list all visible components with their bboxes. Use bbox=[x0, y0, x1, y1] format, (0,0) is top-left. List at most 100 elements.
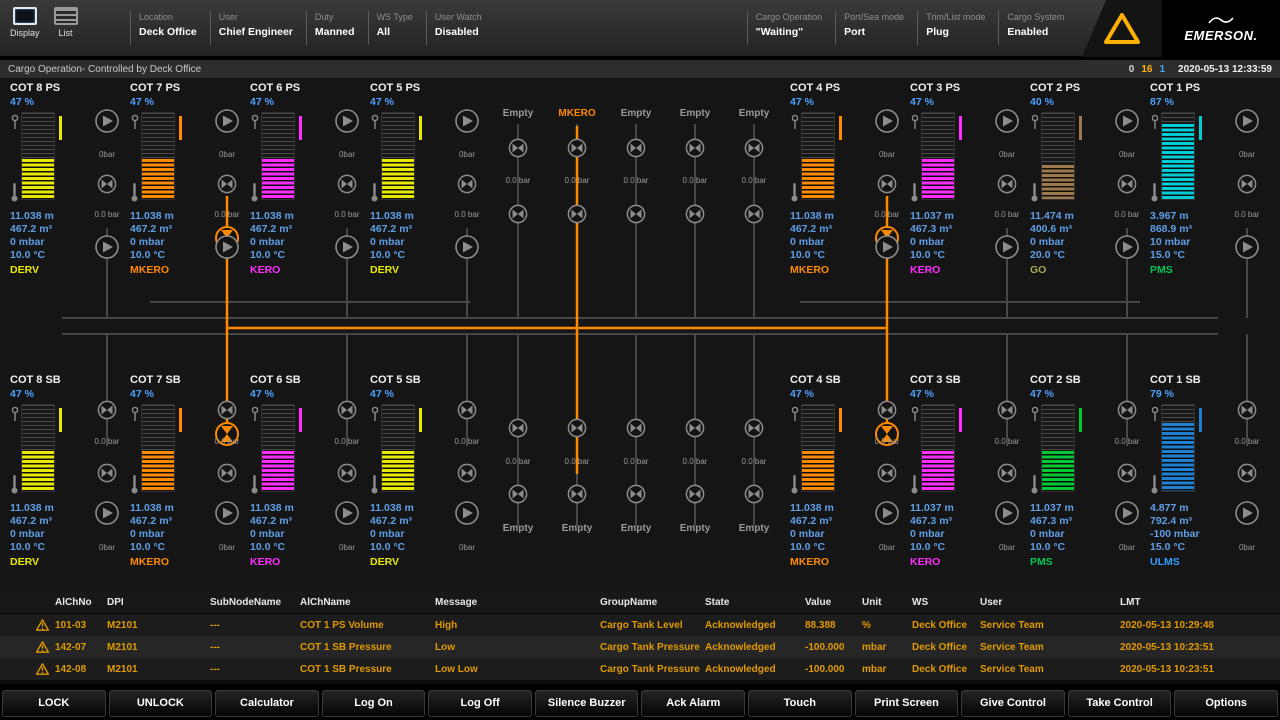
cargo-tank[interactable]: COT 2 PS 40 % bbox=[1024, 82, 1144, 270]
valve-icon[interactable] bbox=[567, 138, 587, 158]
pump-icon[interactable] bbox=[94, 500, 120, 526]
pump-icon[interactable] bbox=[454, 234, 480, 260]
cargo-tank[interactable]: COT 5 PS 47 % bbox=[364, 82, 484, 270]
alarm-row[interactable]: 101-03 M2101 --- COT 1 PS Volume High Ca… bbox=[0, 614, 1280, 636]
cargo-tank[interactable]: COT 5 SB 47 % bbox=[364, 374, 484, 562]
pump-icon[interactable] bbox=[1234, 500, 1260, 526]
cargo-tank[interactable]: COT 1 PS 87 % bbox=[1144, 82, 1264, 270]
pump-icon[interactable] bbox=[874, 108, 900, 134]
cargo-tank[interactable]: COT 8 SB 47 % bbox=[4, 374, 124, 562]
pump-icon[interactable] bbox=[214, 234, 240, 260]
pump-icon[interactable] bbox=[334, 500, 360, 526]
valve-icon[interactable] bbox=[1117, 174, 1137, 194]
valve-icon[interactable] bbox=[685, 418, 705, 438]
valve-icon[interactable] bbox=[626, 138, 646, 158]
alarm-row[interactable]: 142-07 M2101 --- COT 1 SB Pressure Low C… bbox=[0, 636, 1280, 658]
valve-icon[interactable] bbox=[217, 174, 237, 194]
cargo-tank[interactable]: COT 4 SB 47 % bbox=[784, 374, 904, 562]
pump-icon[interactable] bbox=[1114, 108, 1140, 134]
pump-icon[interactable] bbox=[94, 234, 120, 260]
valve-icon[interactable] bbox=[997, 400, 1017, 420]
cargo-tank[interactable]: COT 4 PS 47 % bbox=[784, 82, 904, 270]
valve-icon[interactable] bbox=[567, 418, 587, 438]
pump-icon[interactable] bbox=[874, 234, 900, 260]
valve-icon[interactable] bbox=[97, 174, 117, 194]
command-button[interactable]: Silence Buzzer bbox=[535, 690, 639, 717]
command-button[interactable]: Print Screen bbox=[855, 690, 959, 717]
command-button[interactable]: Ack Alarm bbox=[641, 690, 745, 717]
cargo-tank[interactable]: COT 6 PS 47 % bbox=[244, 82, 364, 270]
valve-icon[interactable] bbox=[744, 484, 764, 504]
pump-icon[interactable] bbox=[454, 500, 480, 526]
valve-icon[interactable] bbox=[744, 418, 764, 438]
pump-icon[interactable] bbox=[1234, 234, 1260, 260]
pump-icon[interactable] bbox=[994, 500, 1020, 526]
valve-icon[interactable] bbox=[508, 484, 528, 504]
valve-icon[interactable] bbox=[217, 463, 237, 483]
command-button[interactable]: Log Off bbox=[428, 690, 532, 717]
valve-icon[interactable] bbox=[97, 463, 117, 483]
command-button[interactable]: UNLOCK bbox=[109, 690, 213, 717]
valve-icon[interactable] bbox=[997, 174, 1017, 194]
valve-icon[interactable] bbox=[567, 204, 587, 224]
valve-icon[interactable] bbox=[1237, 174, 1257, 194]
valve-icon[interactable] bbox=[685, 138, 705, 158]
valve-icon[interactable] bbox=[337, 400, 357, 420]
pump-icon[interactable] bbox=[874, 500, 900, 526]
command-button[interactable]: LOCK bbox=[2, 690, 106, 717]
valve-icon[interactable] bbox=[508, 418, 528, 438]
cargo-tank[interactable]: COT 6 SB 47 % bbox=[244, 374, 364, 562]
list-view-button[interactable]: List bbox=[54, 7, 78, 38]
pump-icon[interactable] bbox=[994, 108, 1020, 134]
valve-icon[interactable] bbox=[457, 174, 477, 194]
valve-icon[interactable] bbox=[626, 204, 646, 224]
command-button[interactable]: Give Control bbox=[961, 690, 1065, 717]
valve-icon[interactable] bbox=[997, 463, 1017, 483]
cargo-tank[interactable]: COT 1 SB 79 % bbox=[1144, 374, 1264, 562]
alarm-row[interactable]: 142-08 M2101 --- COT 1 SB Pressure Low L… bbox=[0, 658, 1280, 680]
valve-icon[interactable] bbox=[508, 204, 528, 224]
valve-icon[interactable] bbox=[1117, 463, 1137, 483]
valve-icon[interactable] bbox=[877, 400, 897, 420]
valve-icon[interactable] bbox=[877, 463, 897, 483]
valve-icon[interactable] bbox=[626, 418, 646, 438]
command-button[interactable]: Touch bbox=[748, 690, 852, 717]
cargo-tank[interactable]: COT 2 SB 47 % bbox=[1024, 374, 1144, 562]
pump-icon[interactable] bbox=[1114, 234, 1140, 260]
valve-icon[interactable] bbox=[685, 204, 705, 224]
pump-icon[interactable] bbox=[334, 234, 360, 260]
pump-icon[interactable] bbox=[1234, 108, 1260, 134]
pump-icon[interactable] bbox=[214, 500, 240, 526]
valve-icon[interactable] bbox=[567, 484, 587, 504]
valve-icon[interactable] bbox=[457, 463, 477, 483]
command-button[interactable]: Log On bbox=[322, 690, 426, 717]
valve-icon[interactable] bbox=[1117, 400, 1137, 420]
cargo-tank[interactable]: COT 3 SB 47 % bbox=[904, 374, 1024, 562]
valve-icon[interactable] bbox=[337, 463, 357, 483]
valve-icon[interactable] bbox=[337, 174, 357, 194]
cargo-tank[interactable]: COT 8 PS 47 % bbox=[4, 82, 124, 270]
cargo-tank[interactable]: COT 7 PS 47 % bbox=[124, 82, 244, 270]
pump-icon[interactable] bbox=[994, 234, 1020, 260]
valve-icon[interactable] bbox=[457, 400, 477, 420]
command-button[interactable]: Options bbox=[1174, 690, 1278, 717]
pump-icon[interactable] bbox=[94, 108, 120, 134]
valve-icon[interactable] bbox=[744, 204, 764, 224]
command-button[interactable]: Calculator bbox=[215, 690, 319, 717]
valve-icon[interactable] bbox=[626, 484, 646, 504]
pump-icon[interactable] bbox=[1114, 500, 1140, 526]
cargo-tank[interactable]: COT 3 PS 47 % bbox=[904, 82, 1024, 270]
valve-icon[interactable] bbox=[97, 400, 117, 420]
valve-icon[interactable] bbox=[744, 138, 764, 158]
cargo-tank[interactable]: COT 7 SB 47 % bbox=[124, 374, 244, 562]
valve-icon[interactable] bbox=[217, 400, 237, 420]
valve-icon[interactable] bbox=[877, 174, 897, 194]
alarm-indicator-button[interactable] bbox=[1082, 0, 1162, 57]
pump-icon[interactable] bbox=[214, 108, 240, 134]
pump-icon[interactable] bbox=[454, 108, 480, 134]
command-button[interactable]: Take Control bbox=[1068, 690, 1172, 717]
valve-icon[interactable] bbox=[685, 484, 705, 504]
valve-icon[interactable] bbox=[508, 138, 528, 158]
pump-icon[interactable] bbox=[334, 108, 360, 134]
display-view-button[interactable]: Display bbox=[10, 7, 40, 38]
